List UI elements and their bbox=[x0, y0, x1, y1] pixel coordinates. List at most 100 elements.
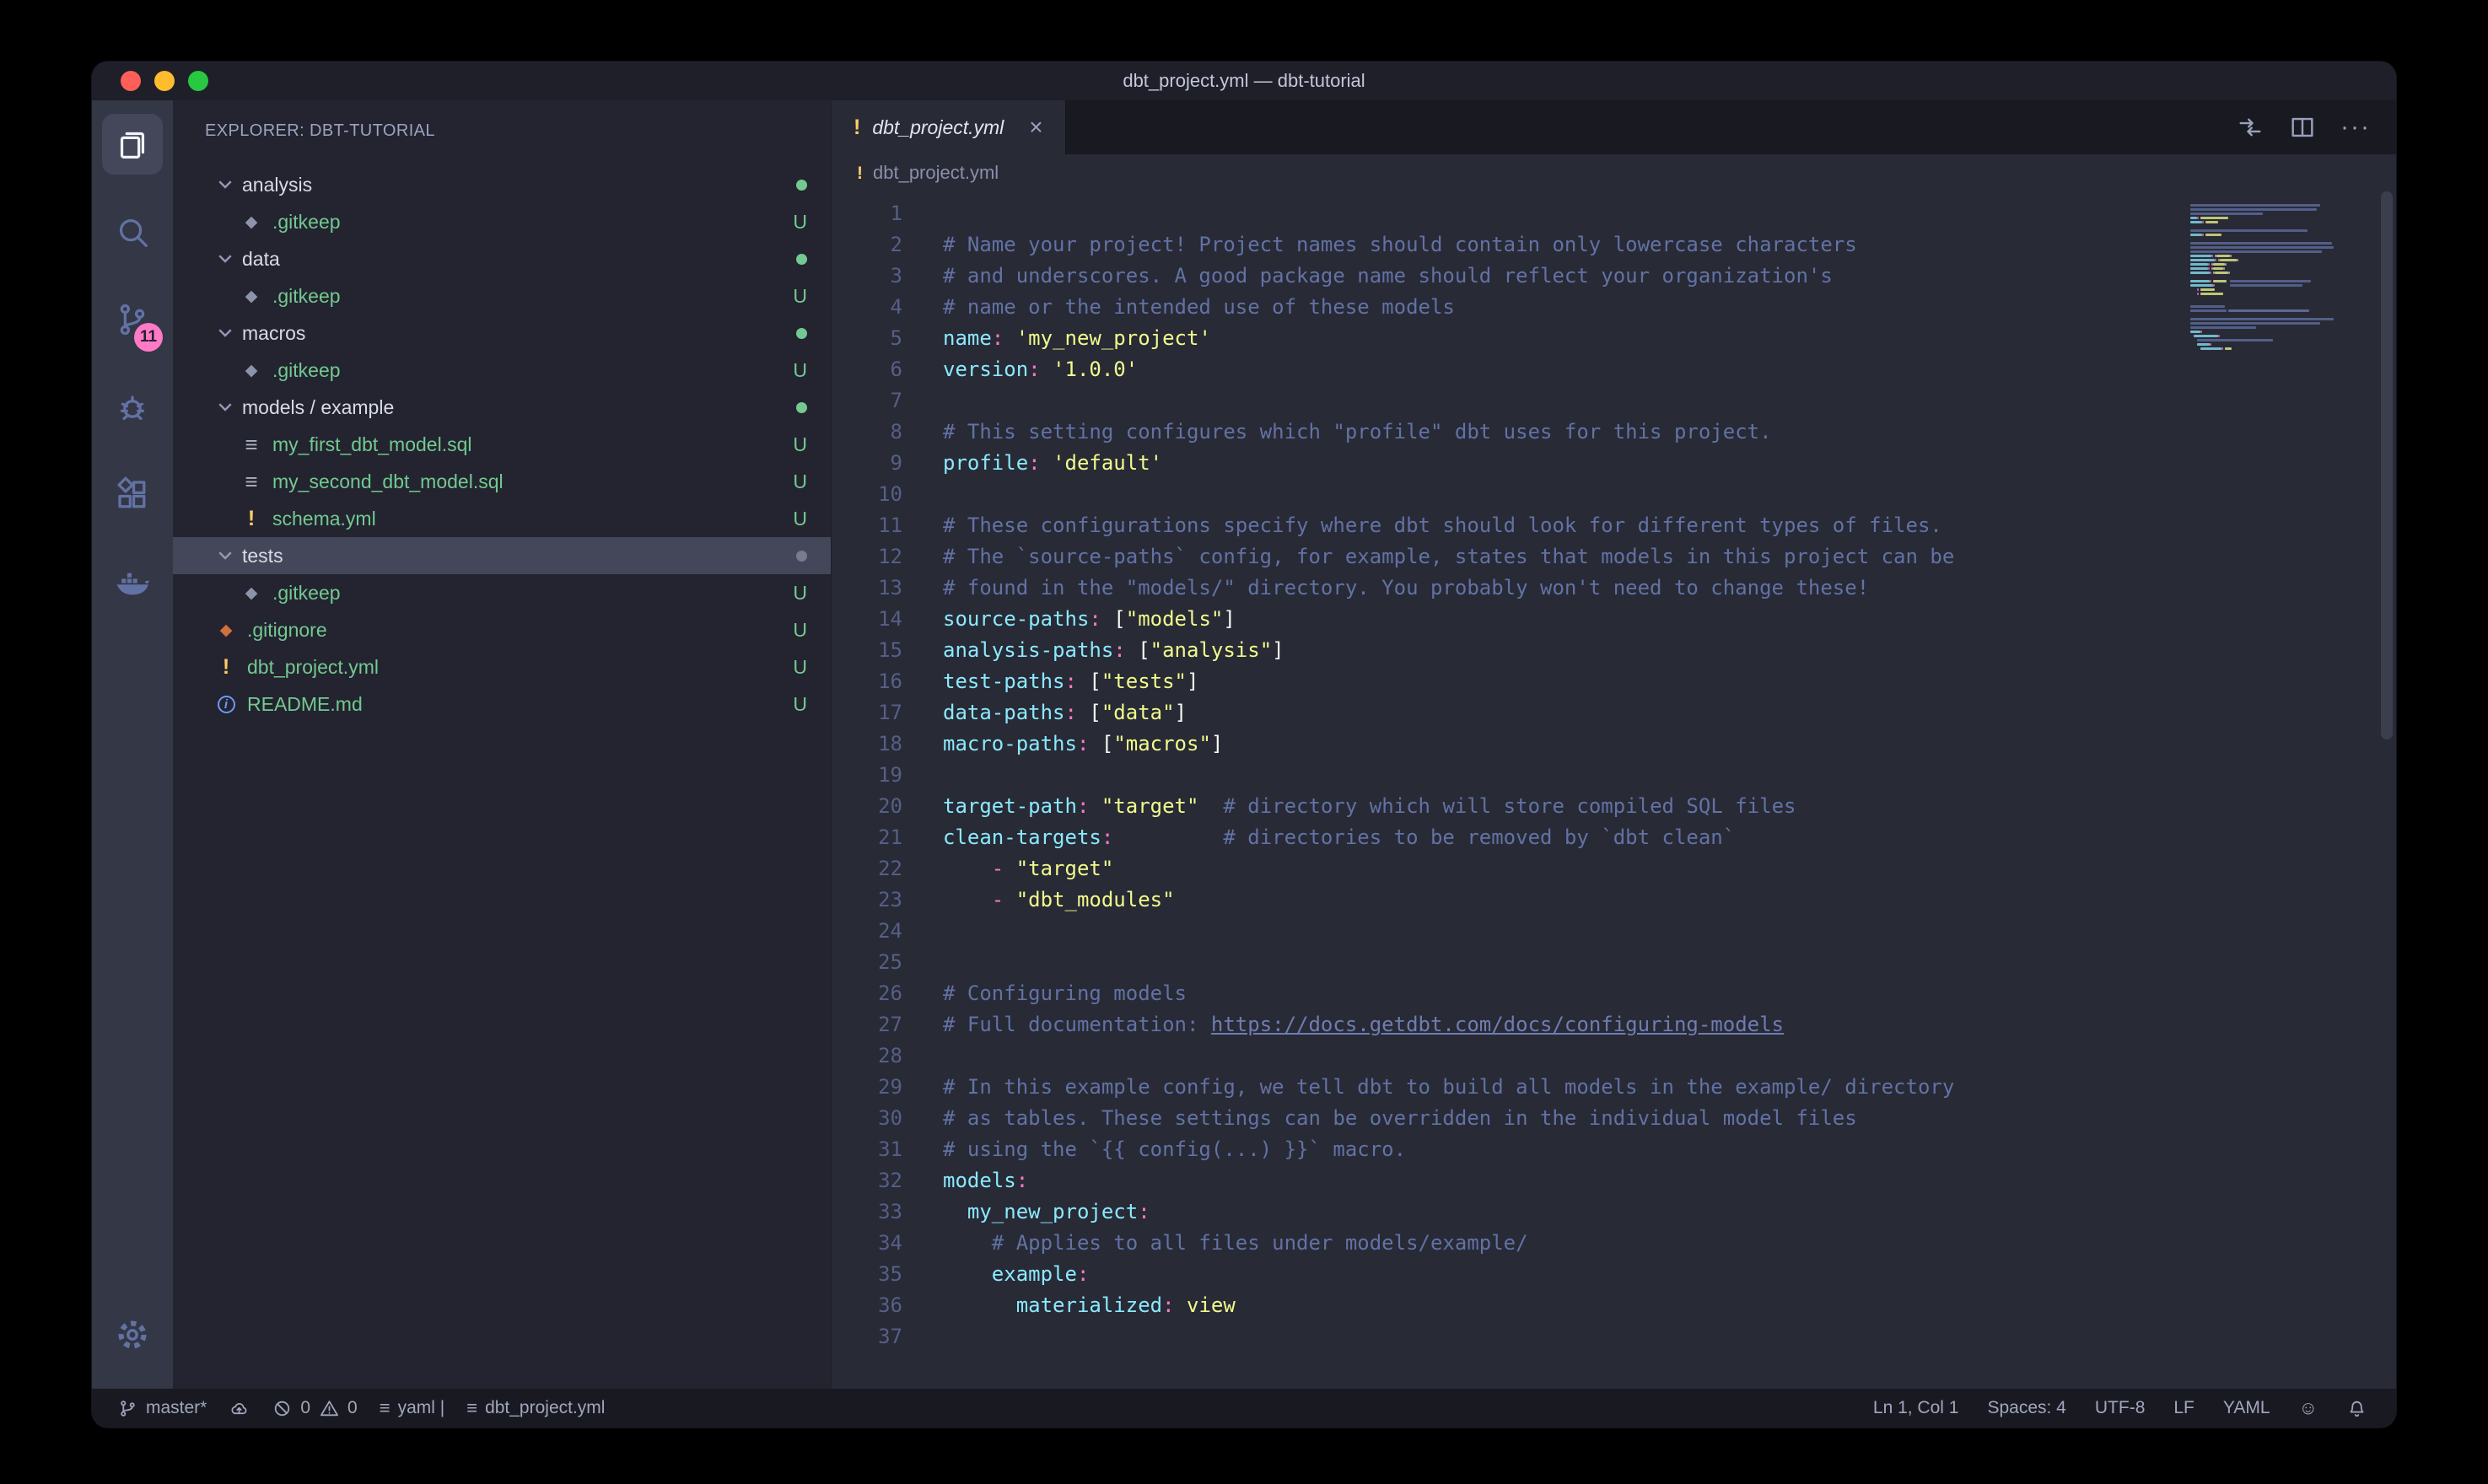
line-content: materialized: view bbox=[943, 1290, 1236, 1321]
git-untracked-badge: U bbox=[793, 693, 807, 716]
git-untracked-badge: U bbox=[793, 656, 807, 679]
git-file-icon: ◆ bbox=[245, 288, 258, 304]
code-editor[interactable]: 12# Name your project! Project names sho… bbox=[832, 191, 2396, 1389]
git-decoration: U bbox=[793, 285, 807, 308]
tree-item-gitkeep[interactable]: ◆.gitkeepU bbox=[173, 352, 831, 389]
status-yaml-schema[interactable]: ≡yaml | bbox=[380, 1398, 444, 1418]
more-actions-icon[interactable]: ··· bbox=[2340, 115, 2371, 140]
git-decoration bbox=[796, 402, 807, 413]
tree-item-models-example[interactable]: models / example bbox=[173, 389, 831, 426]
line-number: 7 bbox=[832, 385, 902, 417]
status-publish[interactable] bbox=[229, 1398, 250, 1419]
tree-item-data[interactable]: data bbox=[173, 240, 831, 277]
line-content: source-paths: ["models"] bbox=[943, 604, 1236, 635]
code-line: 13# found in the "models/" directory. Yo… bbox=[832, 573, 2396, 604]
tree-item-macros[interactable]: macros bbox=[173, 315, 831, 352]
tree-item-dbt-project-yml[interactable]: !dbt_project.ymlU bbox=[173, 648, 831, 686]
workbench: 11 EXPLORER: DBT-TUTORIAL analysis◆.gitk… bbox=[92, 100, 2396, 1389]
split-editor-icon[interactable] bbox=[2288, 113, 2317, 142]
status-encoding[interactable]: UTF-8 bbox=[2095, 1398, 2146, 1418]
status-feedback[interactable]: ☺ bbox=[2299, 1399, 2318, 1417]
tree-item-gitignore[interactable]: ◆.gitignoreU bbox=[173, 611, 831, 648]
status-indentation[interactable]: Spaces: 4 bbox=[1987, 1398, 2065, 1418]
code-line: 1 bbox=[832, 198, 2396, 229]
activity-source-control-button[interactable]: 11 bbox=[92, 276, 173, 363]
tree-item-gitkeep[interactable]: ◆.gitkeepU bbox=[173, 574, 831, 611]
line-number: 2 bbox=[832, 229, 902, 261]
line-number: 4 bbox=[832, 292, 902, 323]
code-line: 20target-path: "target" # directory whic… bbox=[832, 791, 2396, 822]
status-cursor-position[interactable]: Ln 1, Col 1 bbox=[1873, 1398, 1959, 1418]
code-line: 8# This setting configures which "profil… bbox=[832, 417, 2396, 448]
gitignore-file-icon: ◆ bbox=[220, 622, 233, 638]
status-language-mode[interactable]: YAML bbox=[2223, 1398, 2270, 1418]
status-errors[interactable]: 0 bbox=[272, 1398, 310, 1419]
status-eol[interactable]: LF bbox=[2173, 1398, 2195, 1418]
close-window-button[interactable] bbox=[121, 71, 141, 91]
folder-label: models / example bbox=[242, 396, 394, 419]
activity-search-button[interactable] bbox=[92, 188, 173, 276]
activity-run-debug-button[interactable] bbox=[92, 363, 173, 451]
line-content: # This setting configures which "profile… bbox=[943, 417, 1772, 448]
activity-docker-button[interactable] bbox=[92, 539, 173, 626]
chevron-down-icon bbox=[215, 323, 235, 343]
git-untracked-badge: U bbox=[793, 285, 807, 308]
line-number: 11 bbox=[832, 510, 902, 541]
branch-icon bbox=[117, 1398, 138, 1419]
tree-item-readme-md[interactable]: iREADME.mdU bbox=[173, 686, 831, 723]
activity-bar: 11 bbox=[92, 100, 173, 1389]
line-number: 34 bbox=[832, 1228, 902, 1259]
line-content: example: bbox=[943, 1259, 1089, 1290]
desktop-background: dbt_project.yml — dbt-tutorial 11 EXPLOR… bbox=[0, 0, 2488, 1484]
docker-icon bbox=[113, 563, 152, 602]
tree-item-schema-yml[interactable]: !schema.ymlU bbox=[173, 500, 831, 537]
editor-scrollbar[interactable] bbox=[2381, 191, 2393, 739]
file-label: .gitkeep bbox=[272, 582, 341, 605]
file-label: .gitkeep bbox=[272, 285, 341, 308]
close-tab-button[interactable]: × bbox=[1029, 114, 1042, 141]
line-content: # These configurations specify where dbt… bbox=[943, 510, 1942, 541]
code-line: 11 # These configurations specify where d… bbox=[832, 510, 2396, 541]
git-decoration: U bbox=[793, 211, 807, 234]
folder-changes-dot bbox=[796, 402, 807, 413]
yaml-file-icon: ! bbox=[248, 508, 255, 530]
line-number: 29 bbox=[832, 1072, 902, 1103]
tree-item-analysis[interactable]: analysis bbox=[173, 166, 831, 203]
activity-settings-button[interactable] bbox=[92, 1291, 173, 1379]
explorer-icon bbox=[113, 125, 152, 164]
activity-extensions-button[interactable] bbox=[92, 451, 173, 539]
tree-item-gitkeep[interactable]: ◆ .gitkeep U bbox=[173, 277, 831, 315]
status-notifications[interactable] bbox=[2346, 1398, 2367, 1419]
code-lines: 12# Name your project! Project names sho… bbox=[832, 191, 2396, 1352]
tree-item-gitkeep[interactable]: ◆.gitkeepU bbox=[173, 203, 831, 240]
tree-item-tests[interactable]: tests bbox=[173, 537, 831, 574]
minimize-window-button[interactable] bbox=[154, 71, 175, 91]
zoom-window-button[interactable] bbox=[188, 71, 208, 91]
line-number: 5 bbox=[832, 323, 902, 354]
file-label: .gitkeep bbox=[272, 359, 341, 382]
activity-explorer-button[interactable] bbox=[92, 100, 173, 188]
tab-dbt-project-yml[interactable]: ! dbt_project.yml × bbox=[832, 100, 1066, 154]
status-indentation-label: Spaces: 4 bbox=[1987, 1398, 2065, 1418]
tree-item-my-second-dbt-model-sql[interactable]: ≡my_second_dbt_model.sqlU bbox=[173, 463, 831, 500]
line-content: version: '1.0.0' bbox=[943, 354, 1138, 385]
line-content: # and underscores. A good package name s… bbox=[943, 261, 1833, 292]
line-number: 36 bbox=[832, 1290, 902, 1321]
git-untracked-badge: U bbox=[793, 582, 807, 605]
tree-item-my-first-dbt-model-sql[interactable]: ≡my_first_dbt_model.sqlU bbox=[173, 426, 831, 463]
status-active-file[interactable]: ≡dbt_project.yml bbox=[466, 1398, 605, 1418]
status-branch[interactable]: master* bbox=[117, 1398, 207, 1419]
minimap[interactable] bbox=[2190, 200, 2367, 419]
code-line: 15analysis-paths: ["analysis"] bbox=[832, 635, 2396, 666]
yaml-file-icon: ! bbox=[223, 657, 229, 678]
breadcrumb-item-file[interactable]: dbt_project.yml bbox=[873, 162, 999, 184]
line-number: 24 bbox=[832, 916, 902, 947]
code-line: 28 bbox=[832, 1040, 2396, 1072]
status-warnings[interactable]: 0 bbox=[319, 1398, 358, 1419]
chevron-down-icon bbox=[215, 397, 235, 417]
git-decoration: U bbox=[793, 470, 807, 493]
git-decoration: U bbox=[793, 582, 807, 605]
open-changes-icon[interactable] bbox=[2236, 113, 2265, 142]
line-content: # name or the intended use of these mode… bbox=[943, 292, 1455, 323]
line-content: clean-targets: # directories to be remov… bbox=[943, 822, 1735, 853]
